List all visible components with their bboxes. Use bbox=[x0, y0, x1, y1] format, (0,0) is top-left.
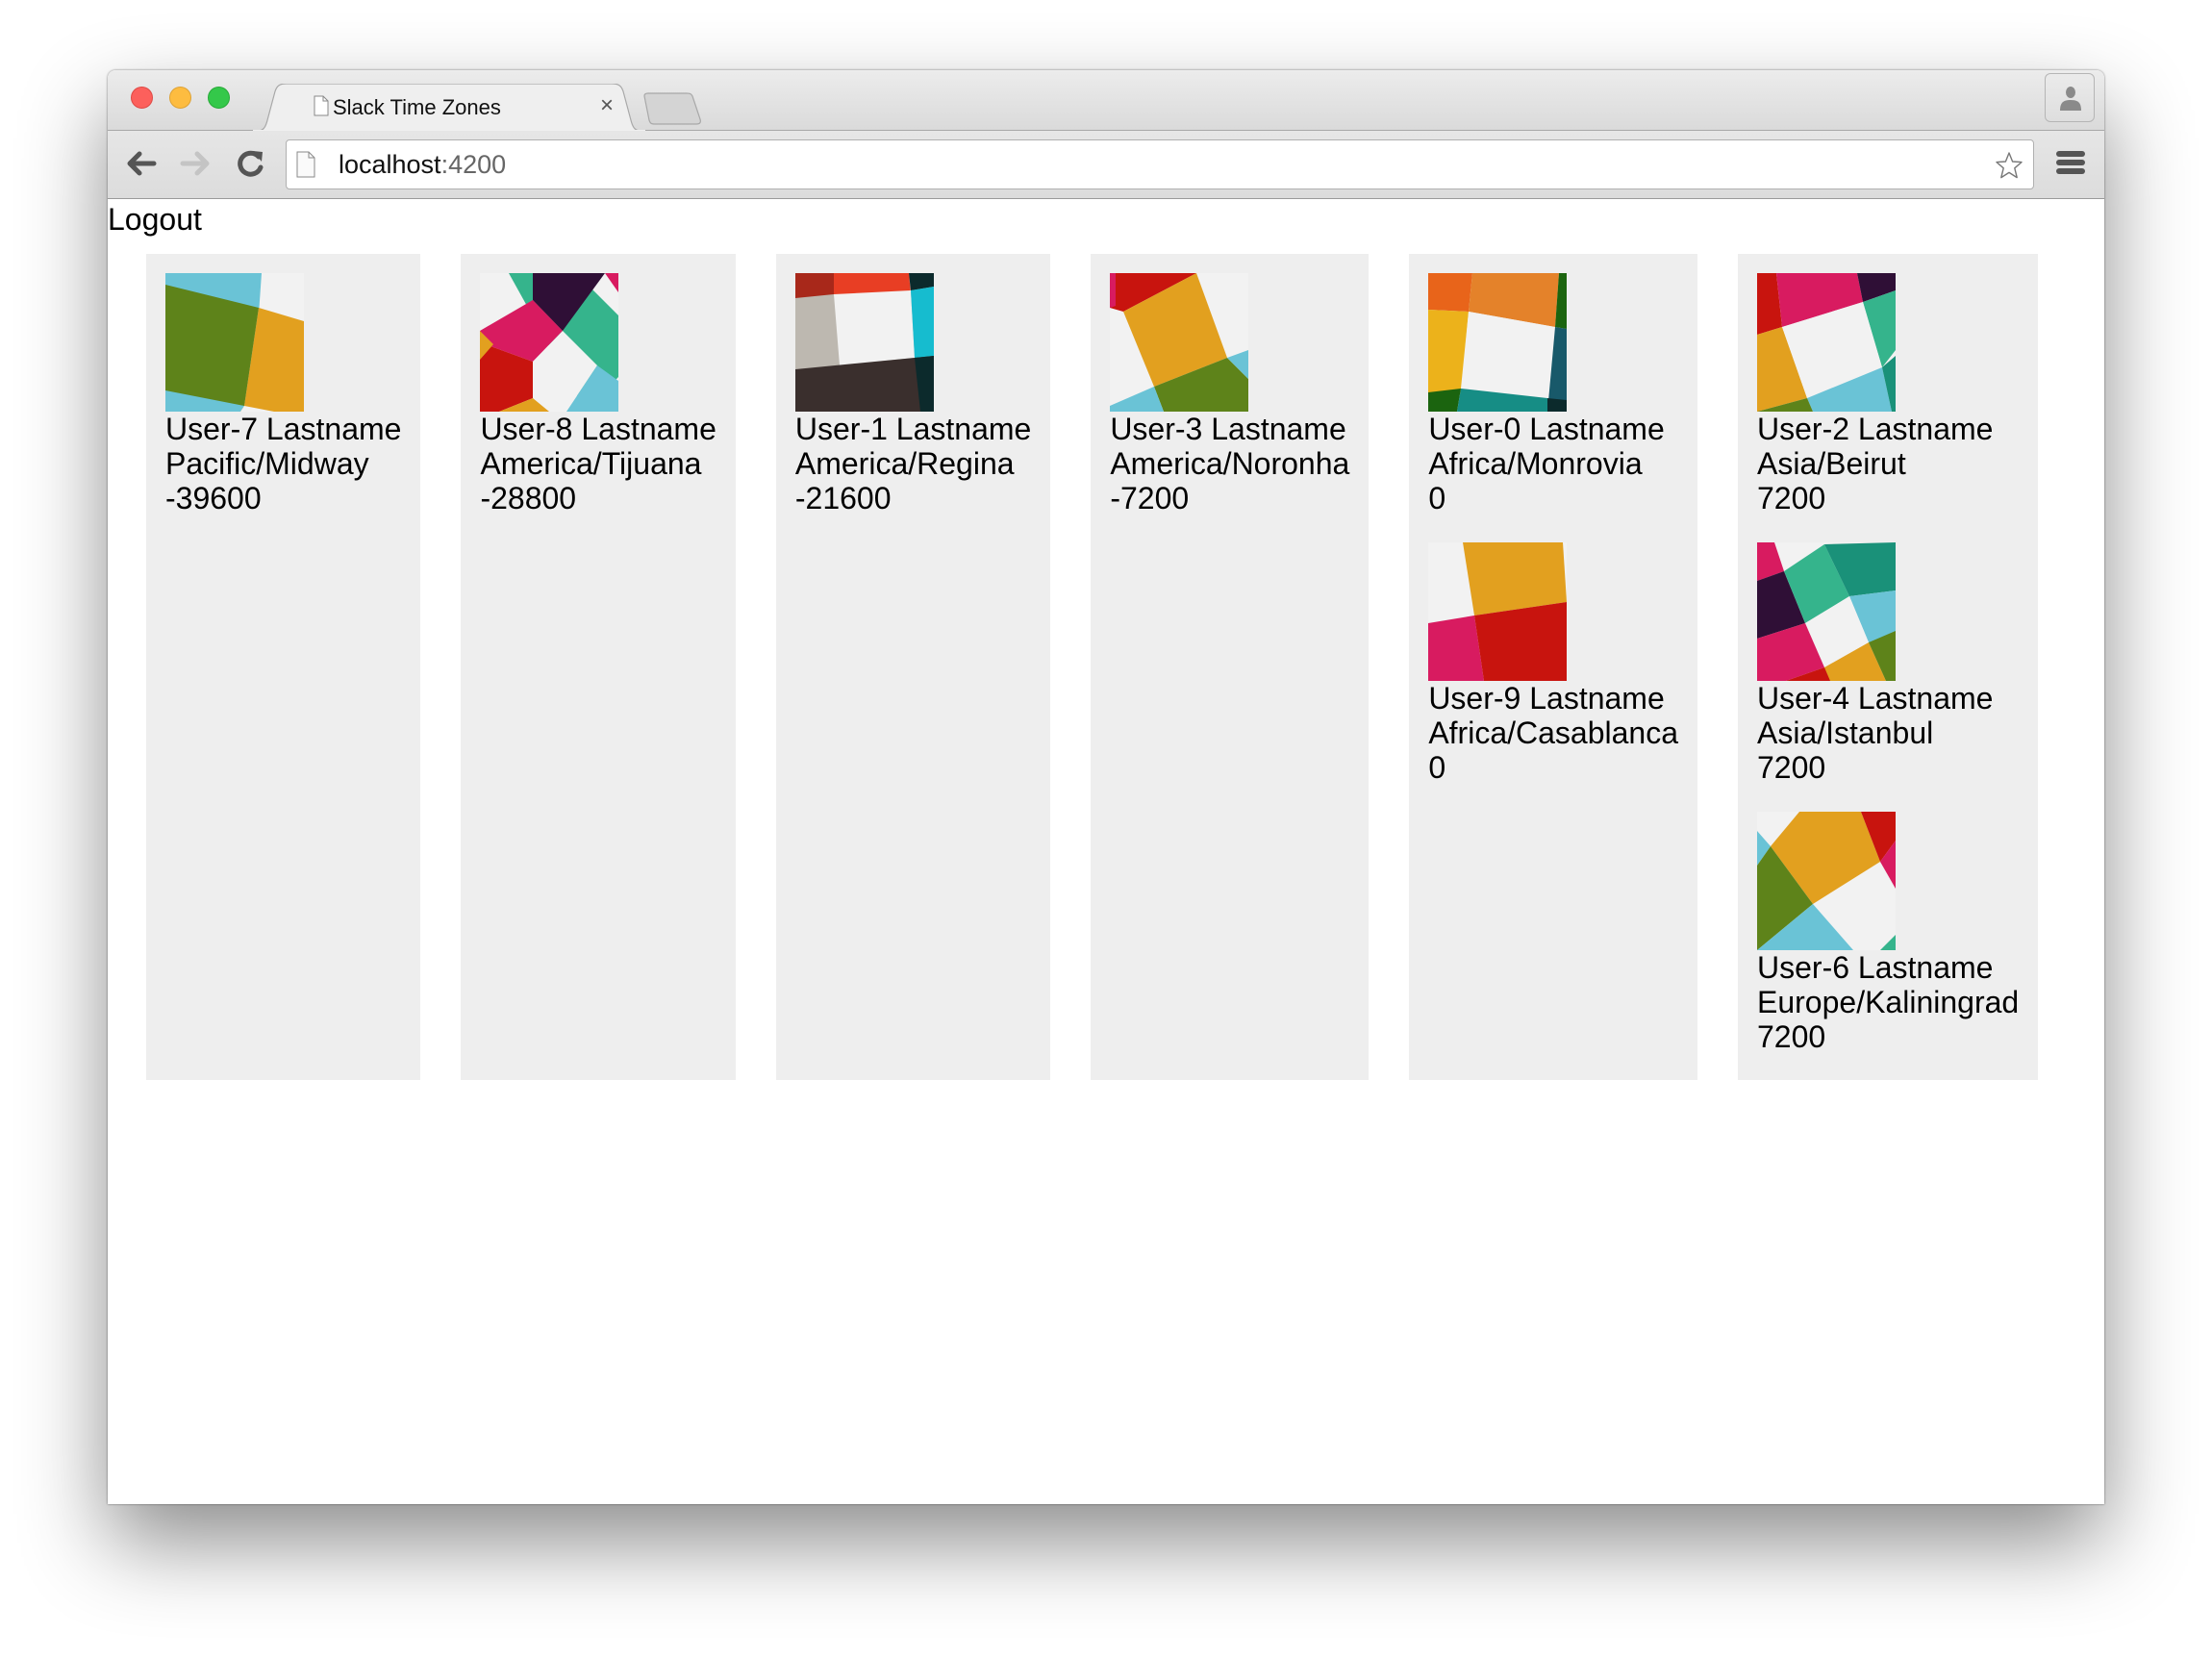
user-offset: -39600 bbox=[165, 481, 262, 515]
back-arrow-icon[interactable] bbox=[125, 148, 158, 179]
user-card: User-2 Lastname Asia/Beirut 7200 bbox=[1757, 273, 2019, 515]
user-card: User-9 Lastname Africa/Casablanca 0 bbox=[1428, 542, 1678, 785]
minimize-window-button[interactable] bbox=[169, 87, 191, 109]
avatar bbox=[1757, 812, 1896, 950]
timezone-column: User-2 Lastname Asia/Beirut 7200 User-4 Las… bbox=[1738, 254, 2039, 1080]
timezone-column: User-7 Lastname Pacific/Midway -39600 bbox=[146, 254, 421, 1080]
bookmark-star-icon[interactable] bbox=[1995, 151, 2023, 180]
tab-close-icon[interactable]: × bbox=[600, 92, 614, 119]
user-name: User-0 Lastname bbox=[1428, 412, 1665, 446]
timezone-column: User-1 Lastname America/Regina -21600 bbox=[775, 254, 1051, 1080]
user-timezone: Europe/Kaliningrad bbox=[1757, 985, 2020, 1019]
page-icon bbox=[314, 95, 329, 116]
user-timezone: America/Noronha bbox=[1110, 446, 1350, 481]
user-timezone: Africa/Casablanca bbox=[1428, 716, 1678, 750]
hamburger-menu-icon[interactable] bbox=[2056, 151, 2085, 176]
user-name: User-3 Lastname bbox=[1110, 412, 1346, 446]
avatar bbox=[480, 273, 619, 412]
user-name: User-6 Lastname bbox=[1757, 950, 1994, 985]
avatar-shape bbox=[910, 287, 934, 358]
page-icon bbox=[296, 151, 315, 178]
user-timezone: Pacific/Midway bbox=[165, 446, 369, 481]
timezone-columns: User-7 Lastname Pacific/Midway -39600 User-… bbox=[146, 254, 2078, 1080]
user-card: User-7 Lastname Pacific/Midway -39600 bbox=[165, 273, 401, 515]
person-icon bbox=[2060, 87, 2081, 111]
url-port: :4200 bbox=[440, 150, 507, 179]
reload-icon[interactable] bbox=[235, 148, 267, 179]
avatar-shape bbox=[1428, 615, 1485, 681]
avatar bbox=[165, 273, 304, 412]
avatar-shape bbox=[1461, 312, 1556, 398]
user-offset: 7200 bbox=[1757, 750, 1826, 785]
user-offset: -21600 bbox=[794, 481, 892, 515]
user-offset: 7200 bbox=[1757, 481, 1826, 515]
page-content: Logout User-7 Lastname Pacific/Midway -396… bbox=[108, 199, 2104, 1504]
user-offset: -7200 bbox=[1110, 481, 1190, 515]
title-bar: Slack Time Zones × bbox=[108, 70, 2104, 132]
user-card: User-1 Lastname America/Regina -21600 bbox=[794, 273, 1032, 515]
user-offset: -28800 bbox=[480, 481, 577, 515]
user-timezone: Asia/Beirut bbox=[1757, 446, 1906, 481]
avatar-shape bbox=[1474, 602, 1568, 681]
avatar bbox=[1110, 273, 1249, 412]
user-timezone: Asia/Istanbul bbox=[1757, 716, 1934, 750]
user-card: User-0 Lastname Africa/Monrovia 0 bbox=[1428, 273, 1678, 515]
user-card: User-6 Lastname Europe/Kaliningrad 7200 bbox=[1757, 812, 2019, 1054]
browser-window: Slack Time Zones × localhost:4200 Logout… bbox=[108, 70, 2104, 1504]
user-offset: 7200 bbox=[1757, 1019, 1826, 1054]
tab-title: Slack Time Zones bbox=[333, 95, 501, 119]
tab-slack-time-zones[interactable]: Slack Time Zones × bbox=[252, 84, 646, 132]
user-offset: 0 bbox=[1428, 750, 1446, 785]
address-bar[interactable]: localhost:4200 bbox=[286, 139, 2034, 189]
avatar bbox=[1428, 273, 1568, 412]
user-name: User-4 Lastname bbox=[1757, 681, 1994, 716]
avatar-shape bbox=[1110, 273, 1117, 308]
user-timezone: America/Regina bbox=[794, 446, 1015, 481]
forward-arrow-icon[interactable] bbox=[179, 148, 212, 179]
timezone-column: User-3 Lastname America/Noronha -7200 bbox=[1091, 254, 1370, 1080]
user-name: User-8 Lastname bbox=[480, 412, 716, 446]
timezone-column: User-8 Lastname America/Tijuana -28800 bbox=[461, 254, 736, 1080]
new-tab-button[interactable] bbox=[642, 92, 702, 125]
avatar bbox=[1757, 273, 1896, 412]
avatar bbox=[1757, 542, 1896, 681]
user-card: User-3 Lastname America/Noronha -7200 bbox=[1110, 273, 1349, 515]
avatar-shape bbox=[1428, 273, 1473, 312]
maximize-window-button[interactable] bbox=[208, 87, 230, 109]
user-card: User-4 Lastname Asia/Istanbul 7200 bbox=[1757, 542, 2019, 785]
user-timezone: Africa/Monrovia bbox=[1428, 446, 1643, 481]
user-name: User-2 Lastname bbox=[1757, 412, 1994, 446]
url-host: localhost bbox=[339, 150, 441, 179]
user-name: User-1 Lastname bbox=[794, 412, 1032, 446]
avatar-shape bbox=[833, 290, 915, 365]
avatar-shape bbox=[1547, 398, 1568, 412]
avatar bbox=[794, 273, 934, 412]
user-timezone: America/Tijuana bbox=[480, 446, 702, 481]
toolbar: localhost:4200 bbox=[108, 131, 2104, 199]
user-offset: 0 bbox=[1428, 481, 1446, 515]
logout-link[interactable]: Logout bbox=[108, 201, 202, 238]
user-name: User-9 Lastname bbox=[1428, 681, 1665, 716]
user-name: User-7 Lastname bbox=[165, 412, 402, 446]
close-window-button[interactable] bbox=[131, 87, 153, 109]
url-text[interactable]: localhost:4200 bbox=[339, 150, 506, 180]
profile-button[interactable] bbox=[2045, 73, 2095, 122]
user-card: User-8 Lastname America/Tijuana -28800 bbox=[480, 273, 716, 515]
avatar bbox=[1428, 542, 1568, 681]
avatar-shape bbox=[794, 273, 834, 298]
avatar-shape bbox=[1428, 389, 1462, 412]
timezone-column: User-0 Lastname Africa/Monrovia 0 User-9 La… bbox=[1409, 254, 1697, 1080]
